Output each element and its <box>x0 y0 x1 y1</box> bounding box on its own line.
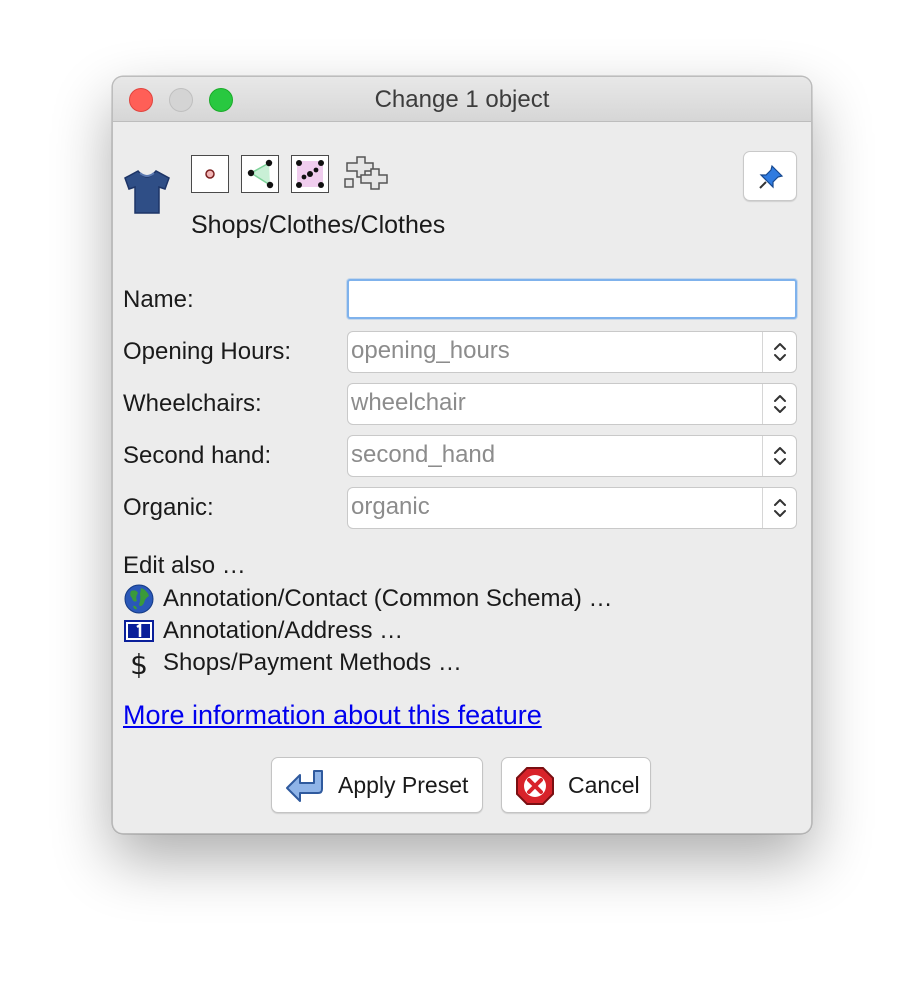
pin-preset-button[interactable] <box>743 151 797 201</box>
chevron-up-down-icon[interactable] <box>762 384 796 424</box>
wheelchair-placeholder: wheelchair <box>351 389 466 416</box>
name-input[interactable] <box>347 279 797 319</box>
apply-preset-button[interactable]: Apply Preset <box>271 757 483 813</box>
title-bar[interactable]: Change 1 object <box>113 77 811 122</box>
way-icon <box>241 155 279 193</box>
edit-also-heading: Edit also … <box>123 552 246 579</box>
multipolygon-icon <box>341 153 391 195</box>
closed-way-icon <box>291 155 329 193</box>
second-hand-label: Second hand: <box>123 442 272 469</box>
organic-placeholder: organic <box>351 493 430 520</box>
edit-also-item-label: Annotation/Contact (Common Schema) … <box>163 585 613 612</box>
opening-hours-combobox[interactable]: opening_hours <box>347 331 797 373</box>
opening-hours-placeholder: opening_hours <box>351 337 510 364</box>
chevron-up-down-icon[interactable] <box>762 436 796 476</box>
cancel-button[interactable]: Cancel <box>501 757 651 813</box>
t-shirt-icon <box>121 167 173 215</box>
globe-icon <box>123 583 155 615</box>
dollar-icon: $ <box>123 647 155 681</box>
second-hand-combobox[interactable]: second_hand <box>347 435 797 477</box>
window-title: Change 1 object <box>374 86 550 113</box>
cancel-icon <box>514 765 556 807</box>
more-information-link[interactable]: More information about this feature <box>123 697 542 733</box>
chevron-up-down-icon[interactable] <box>762 488 796 528</box>
apply-preset-label: Apply Preset <box>338 772 469 798</box>
edit-also-item-label: Shops/Payment Methods … <box>163 649 462 676</box>
organic-label: Organic: <box>123 494 214 521</box>
house-number-icon <box>123 615 155 647</box>
edit-also-item-label: Annotation/Address … <box>163 617 404 644</box>
node-icon <box>191 155 229 193</box>
cancel-label: Cancel <box>568 772 640 798</box>
wheelchair-combobox[interactable]: wheelchair <box>347 383 797 425</box>
second-hand-placeholder: second_hand <box>351 441 496 468</box>
name-label: Name: <box>123 286 194 313</box>
apply-arrow-icon <box>284 765 326 807</box>
pushpin-icon <box>759 164 784 189</box>
opening-hours-label: Opening Hours: <box>123 338 292 365</box>
svg-text:$: $ <box>130 648 148 679</box>
chevron-up-down-icon[interactable] <box>762 332 796 372</box>
preset-path: Shops/Clothes/Clothes <box>191 211 446 239</box>
change-object-dialog: Change 1 object Shops/Clothes/Clothes Na… <box>112 76 812 834</box>
organic-combobox[interactable]: organic <box>347 487 797 529</box>
wheelchair-label: Wheelchairs: <box>123 390 262 417</box>
